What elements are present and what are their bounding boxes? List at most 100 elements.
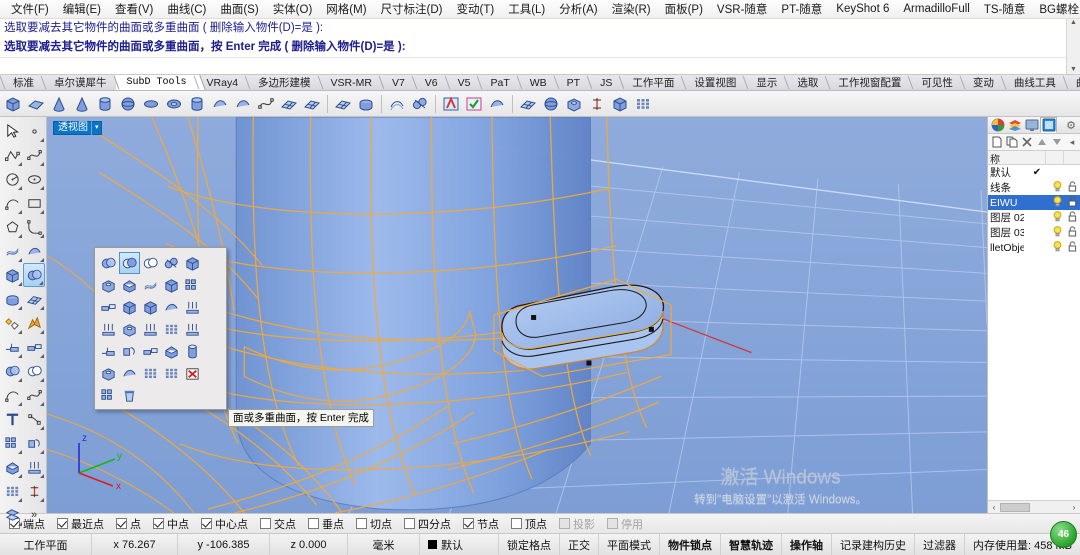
point-icon[interactable] <box>23 119 45 143</box>
toolbar-tab-10[interactable]: WB <box>519 75 556 90</box>
solid-loft-icon[interactable] <box>161 296 182 318</box>
menu-item-view[interactable]: 查看(V) <box>108 0 160 19</box>
command-scrollbar[interactable]: ▲ ▼ <box>1066 19 1080 74</box>
subd-box-icon[interactable] <box>2 93 24 115</box>
layer-row[interactable]: 图层 02 <box>988 210 1080 225</box>
osnap-checkbox[interactable] <box>116 518 127 529</box>
subd-sweep-icon[interactable] <box>232 93 254 115</box>
cap-icon[interactable] <box>1 455 23 479</box>
more-tools-icon[interactable]: » <box>23 503 45 527</box>
layer-filter-icon[interactable]: ◂ <box>1065 135 1079 149</box>
solid-tools-flyout[interactable] <box>94 247 227 410</box>
layer-hscrollbar[interactable]: ‹ › <box>988 500 1080 513</box>
menu-item-edit[interactable]: 编辑(E) <box>56 0 108 19</box>
toolbar-tab-8[interactable]: V5 <box>447 75 480 90</box>
menu-item-surface[interactable]: 曲面(S) <box>213 0 265 19</box>
osnap-5[interactable]: 交点 <box>255 516 301 532</box>
fillet-edge-icon[interactable] <box>1 383 23 407</box>
menu-item-dimension[interactable]: 尺寸标注(D) <box>374 0 450 19</box>
solid-box-icon[interactable] <box>1 263 23 287</box>
solid-extrude-srf-icon[interactable] <box>98 318 119 340</box>
subd-crease-icon[interactable] <box>463 93 485 115</box>
toolbar-tab-0[interactable]: 标准 <box>2 75 43 90</box>
menu-item-file[interactable]: 文件(F) <box>4 0 56 19</box>
subd-render-icon[interactable] <box>632 93 654 115</box>
copy-layer-icon[interactable] <box>1005 135 1019 149</box>
solid-array-points-icon[interactable] <box>140 362 161 384</box>
solid-hole-icon[interactable] <box>119 318 140 340</box>
subd-display-icon[interactable] <box>332 93 354 115</box>
solid-delete-icon[interactable] <box>182 362 203 384</box>
solid-extrude-crv-icon[interactable] <box>182 296 203 318</box>
toolbar-tab-11[interactable]: PT <box>556 75 589 90</box>
chevron-down-icon[interactable]: ▾ <box>91 121 99 135</box>
subd-paraboloid-icon[interactable] <box>71 93 93 115</box>
text-icon[interactable] <box>1 407 23 431</box>
menu-item-pt[interactable]: PT-随意 <box>774 0 829 19</box>
osnap-10[interactable]: 顶点 <box>506 516 552 532</box>
status-toggle-planar[interactable]: 平面模式 <box>599 534 660 555</box>
layer-lock-icon[interactable] <box>1065 210 1080 225</box>
solid-union-parts-icon[interactable] <box>182 274 203 296</box>
subd-curve-extrude-icon[interactable] <box>209 93 231 115</box>
boolean-difference-icon[interactable] <box>1 359 23 383</box>
menu-item-tools[interactable]: 工具(L) <box>501 0 552 19</box>
trim-icon[interactable] <box>23 311 45 335</box>
toolbar-tab-21[interactable]: 曲面工具 <box>1065 75 1080 90</box>
explode-icon[interactable] <box>1 311 23 335</box>
menu-item-render[interactable]: 渲染(R) <box>605 0 658 19</box>
panel-tab-display[interactable] <box>1023 117 1040 133</box>
point-edit-icon[interactable] <box>23 407 45 431</box>
subd-symmetry-icon[interactable] <box>440 93 462 115</box>
subd-ellipsoid-icon[interactable] <box>140 93 162 115</box>
toolbar-tab-9[interactable]: PaT <box>479 75 518 90</box>
subd-from-mesh-icon[interactable] <box>278 93 300 115</box>
status-units[interactable]: 毫米 <box>348 534 420 555</box>
solid-pipe-icon[interactable] <box>182 340 203 362</box>
array-icon[interactable] <box>1 431 23 455</box>
solid-fold-face-icon[interactable] <box>98 340 119 362</box>
subd-tube-icon[interactable] <box>186 93 208 115</box>
panel-tab-notes[interactable] <box>1040 117 1057 133</box>
control-point-curve-icon[interactable] <box>23 143 45 167</box>
ellipse-icon[interactable] <box>23 167 45 191</box>
subd-grid-icon[interactable] <box>355 93 377 115</box>
boolean-intersection-icon[interactable] <box>140 252 161 274</box>
toolbar-tab-15[interactable]: 显示 <box>745 75 786 90</box>
solid-thickness-icon[interactable] <box>140 340 161 362</box>
toolbar-tab-16[interactable]: 选取 <box>786 75 827 90</box>
subd-check-icon[interactable] <box>486 93 508 115</box>
perspective-viewport[interactable]: 透视图 ▾ z y x 激活 Windows 转到"电脑设置"以激活 Windo… <box>47 117 987 513</box>
status-cplane[interactable]: 工作平面 <box>0 534 92 555</box>
status-toggle-grid-snap[interactable]: 锁定格点 <box>499 534 560 555</box>
toolbar-tab-14[interactable]: 设置视图 <box>683 75 745 90</box>
subd-plane-icon[interactable] <box>25 93 47 115</box>
solid-rotate-face-icon[interactable] <box>119 340 140 362</box>
layer-row[interactable]: lletObject <box>988 240 1080 255</box>
grid-points-icon[interactable] <box>1 479 23 503</box>
boolean-split-icon[interactable] <box>23 359 45 383</box>
extrude-icon[interactable] <box>23 455 45 479</box>
command-scroll-up-icon[interactable]: ▲ <box>1070 19 1077 27</box>
dimension-icon[interactable] <box>23 479 45 503</box>
osnap-checkbox[interactable] <box>404 518 415 529</box>
status-toggle-osnap[interactable]: 物件锁点 <box>660 534 721 555</box>
polygon-icon[interactable] <box>1 215 23 239</box>
status-toggle-history[interactable]: 记录建构历史 <box>832 534 915 555</box>
solid-dense-points-icon[interactable] <box>161 362 182 384</box>
subd-uv-icon[interactable] <box>609 93 631 115</box>
new-layer-icon[interactable] <box>990 135 1004 149</box>
solid-extrude-tapered-icon[interactable] <box>140 318 161 340</box>
status-toggle-filter[interactable]: 过滤器 <box>915 534 965 555</box>
layer-lock-icon[interactable] <box>1065 180 1080 195</box>
status-toggle-gumball[interactable]: 操作轴 <box>782 534 832 555</box>
osnap-4[interactable]: 中心点 <box>196 516 253 532</box>
command-input[interactable] <box>0 57 1080 74</box>
surface-sweep-icon[interactable] <box>23 239 45 263</box>
menu-item-transform[interactable]: 变动(T) <box>450 0 502 19</box>
toolbar-tab-12[interactable]: JS <box>589 75 621 90</box>
solid-shell-icon[interactable] <box>98 274 119 296</box>
toolbar-tab-17[interactable]: 工作视窗配置 <box>827 75 910 90</box>
boolean-difference-icon[interactable] <box>119 252 140 274</box>
viewport-title[interactable]: 透视图 ▾ <box>53 121 102 135</box>
